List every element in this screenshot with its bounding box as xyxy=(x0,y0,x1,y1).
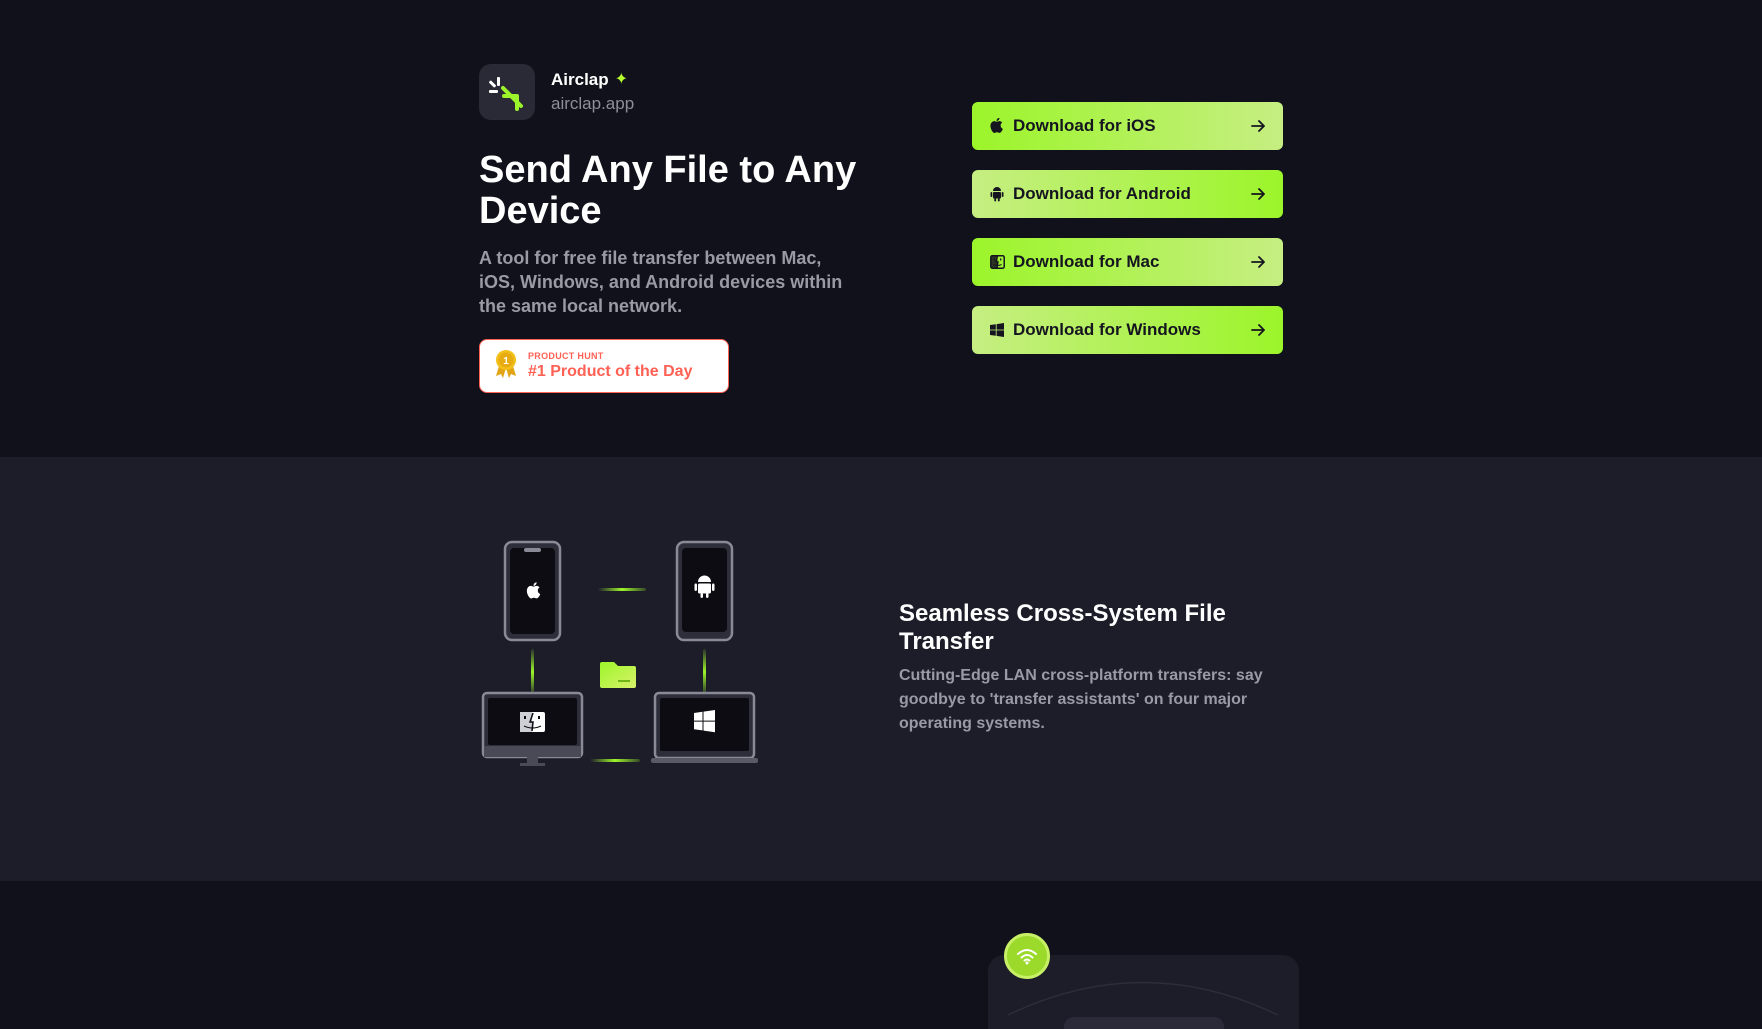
product-hunt-award: #1 Product of the Day xyxy=(528,363,693,380)
feature-description: Cutting-Edge LAN cross-platform transfer… xyxy=(899,667,1263,732)
brand[interactable]: Airclap ✦ airclap.app xyxy=(479,64,634,120)
download-mac-button[interactable]: Download for Mac xyxy=(972,238,1283,286)
brand-domain: airclap.app xyxy=(551,94,635,113)
download-ios-label: Download for iOS xyxy=(1013,116,1156,135)
folder-icon xyxy=(600,662,636,688)
arrow-right-icon xyxy=(1251,256,1265,268)
page: Airclap ✦ airclap.app Send Any File to A… xyxy=(0,0,1762,1029)
download-windows-button[interactable]: Download for Windows xyxy=(972,306,1283,354)
android-icon xyxy=(989,186,1005,202)
product-hunt-badge[interactable]: 1 PRODUCT HUNT #1 Product of the Day xyxy=(479,339,729,393)
download-buttons: Download for iOS Download for Android Do… xyxy=(972,102,1283,374)
download-mac-label: Download for Mac xyxy=(1013,252,1160,271)
android-device-icon xyxy=(675,540,734,642)
download-ios-button[interactable]: Download for iOS xyxy=(972,102,1283,150)
medal-rank: 1 xyxy=(503,356,509,367)
arrow-right-icon xyxy=(1251,188,1265,200)
next-section xyxy=(0,881,1762,1029)
mac-device-icon xyxy=(481,691,584,766)
arrow-right-icon xyxy=(1251,324,1265,336)
download-android-label: Download for Android xyxy=(1013,184,1191,203)
finder-icon xyxy=(989,254,1005,270)
arrow-right-icon xyxy=(1251,120,1265,132)
hero-section: Airclap ✦ airclap.app Send Any File to A… xyxy=(0,0,1762,457)
brand-name-text: Airclap xyxy=(551,70,609,89)
product-hunt-label: PRODUCT HUNT xyxy=(528,351,604,361)
airclap-logo-icon xyxy=(479,64,535,120)
download-windows-label: Download for Windows xyxy=(1013,320,1201,339)
medal-icon: 1 xyxy=(494,349,518,384)
download-android-button[interactable]: Download for Android xyxy=(972,170,1283,218)
wifi-icon xyxy=(1004,933,1050,979)
page-title: Send Any File to Any Device xyxy=(479,149,857,232)
cross-platform-diagram xyxy=(480,532,760,802)
windows-icon xyxy=(989,322,1005,338)
hero-subtitle: A tool for free file transfer between Ma… xyxy=(479,248,843,316)
brand-name: Airclap ✦ xyxy=(551,70,634,90)
apple-icon xyxy=(989,118,1005,134)
sparkle-icon: ✦ xyxy=(614,71,629,88)
feature-title: Seamless Cross-System File Transfer xyxy=(899,600,1226,655)
feature-section: Seamless Cross-System File Transfer Cutt… xyxy=(0,457,1762,881)
iphone-device-icon xyxy=(503,540,562,642)
windows-device-icon xyxy=(651,691,758,763)
